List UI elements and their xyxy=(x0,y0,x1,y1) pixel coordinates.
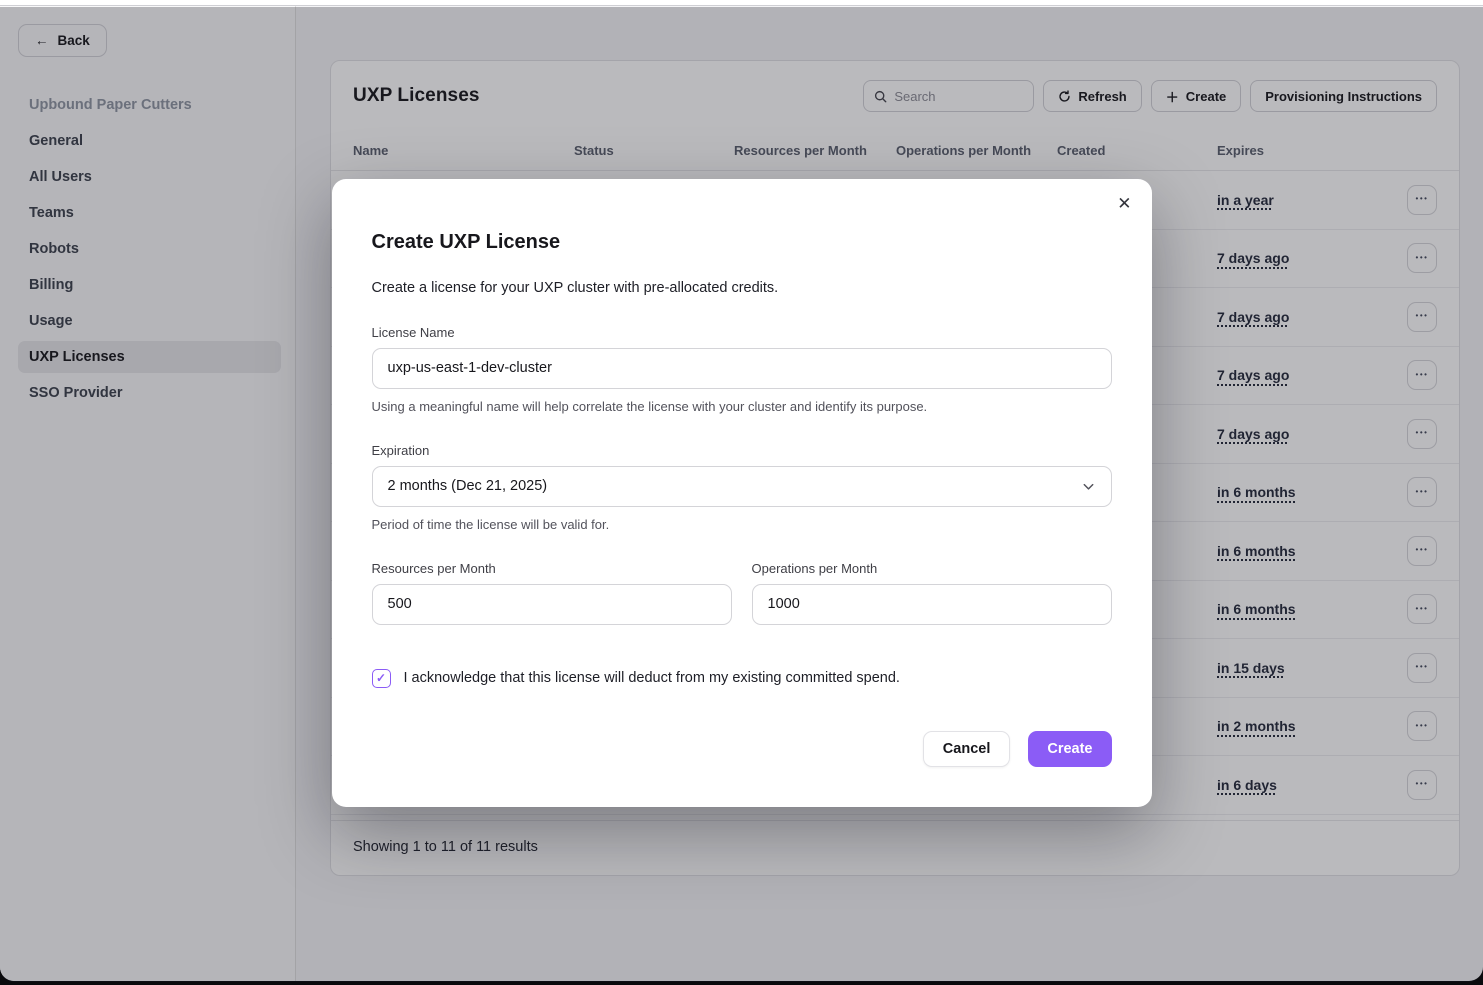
license-name-label: License Name xyxy=(372,325,1112,340)
modal-description: Create a license for your UXP cluster wi… xyxy=(372,280,1112,296)
license-name-group: License Name Using a meaningful name wil… xyxy=(372,325,1112,414)
operations-group: Operations per Month xyxy=(752,561,1112,625)
create-submit-button[interactable]: Create xyxy=(1028,731,1111,767)
operations-input[interactable] xyxy=(752,584,1112,625)
modal-footer: Cancel Create xyxy=(372,731,1112,767)
create-license-modal: ✕ Create UXP License Create a license fo… xyxy=(332,179,1152,807)
expiration-group: Expiration 2 months (Dec 21, 2025) Perio… xyxy=(372,443,1112,532)
resources-label: Resources per Month xyxy=(372,561,732,576)
expiration-select[interactable]: 2 months (Dec 21, 2025) xyxy=(372,466,1112,507)
expiration-value: 2 months (Dec 21, 2025) xyxy=(388,478,548,494)
credits-row: Resources per Month Operations per Month xyxy=(372,561,1112,625)
chevron-down-icon xyxy=(1081,479,1096,494)
acknowledge-row: ✓ I acknowledge that this license will d… xyxy=(372,669,1112,688)
acknowledge-checkbox[interactable]: ✓ xyxy=(372,669,391,688)
resources-group: Resources per Month xyxy=(372,561,732,625)
license-name-helper: Using a meaningful name will help correl… xyxy=(372,399,1112,414)
expiration-helper: Period of time the license will be valid… xyxy=(372,517,1112,532)
resources-input[interactable] xyxy=(372,584,732,625)
operations-label: Operations per Month xyxy=(752,561,1112,576)
modal-title: Create UXP License xyxy=(372,231,1112,254)
license-name-input[interactable] xyxy=(372,348,1112,389)
expiration-label: Expiration xyxy=(372,443,1112,458)
cancel-button[interactable]: Cancel xyxy=(923,731,1011,767)
acknowledge-label: I acknowledge that this license will ded… xyxy=(404,670,900,686)
close-icon[interactable]: ✕ xyxy=(1117,195,1131,212)
